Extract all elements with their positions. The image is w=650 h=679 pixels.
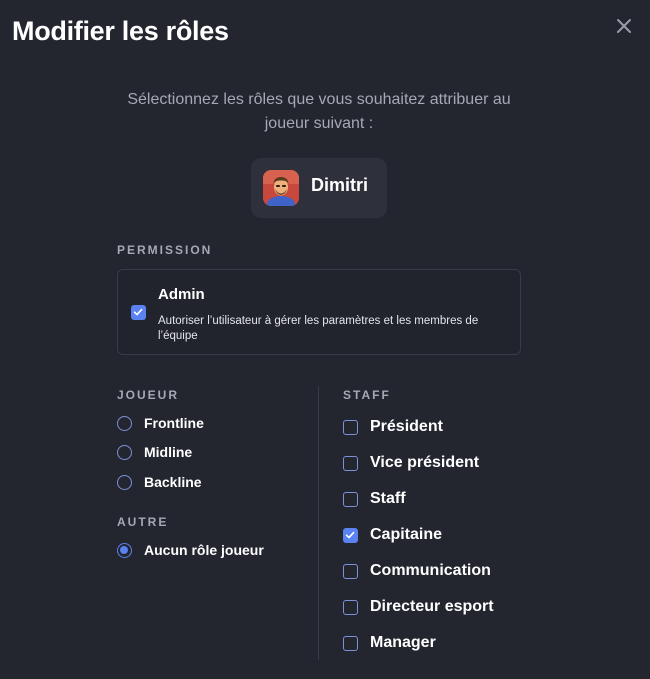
president-checkbox[interactable] (343, 419, 358, 435)
player-name: Dimitri (311, 175, 369, 195)
dialog-title: Modifier les rôles (12, 16, 229, 46)
staff-option-staff[interactable]: Staff (343, 490, 406, 508)
esport-director-label: Directeur esport (370, 598, 494, 615)
player-avatar (263, 170, 299, 206)
staff-option-president[interactable]: Président (343, 418, 443, 436)
manager-label: Manager (370, 634, 436, 651)
radio-option-no-player-role[interactable]: Aucun rôle joueur (117, 542, 264, 558)
communication-checkbox[interactable] (343, 563, 358, 579)
captain-checkbox[interactable] (343, 527, 358, 543)
subtitle-line-1: Sélectionnez les rôles que vous souhaite… (127, 91, 511, 108)
close-icon[interactable] (614, 16, 634, 36)
backline-label: Backline (144, 474, 202, 490)
radio-option-frontline[interactable]: Frontline (117, 415, 204, 431)
admin-description: Autoriser l’utilisateur à gérer les para… (158, 315, 479, 342)
section-label-autre: AUTRE (117, 515, 169, 529)
section-label-staff: STAFF (343, 388, 391, 402)
section-label-permission: PERMISSION (117, 243, 213, 257)
midline-radio[interactable] (117, 444, 132, 460)
captain-label: Capitaine (370, 526, 443, 543)
communication-label: Communication (370, 562, 491, 579)
vice-president-checkbox[interactable] (343, 455, 358, 471)
staff-option-esport-director[interactable]: Directeur esport (343, 598, 494, 616)
edit-roles-dialog: Modifier les rôles Sélectionnez les rôle… (0, 0, 650, 679)
permission-admin-card[interactable]: Admin Autoriser l’utilisateur à gérer le… (117, 269, 521, 355)
dialog-subtitle: Sélectionnez les rôles que vous souhaite… (100, 88, 538, 136)
frontline-label: Frontline (144, 415, 204, 431)
staff-option-communication[interactable]: Communication (343, 562, 491, 580)
no-player-role-radio[interactable] (117, 542, 132, 558)
subtitle-line-2: joueur suivant : (264, 115, 374, 132)
president-label: Président (370, 418, 443, 435)
section-label-joueur: JOUEUR (117, 388, 180, 402)
radio-option-midline[interactable]: Midline (117, 444, 192, 460)
admin-checkbox[interactable] (131, 305, 146, 320)
vice-president-label: Vice président (370, 454, 480, 471)
column-divider (318, 386, 319, 660)
admin-label: Admin (158, 286, 205, 303)
backline-radio[interactable] (117, 474, 132, 490)
staff-option-vice-president[interactable]: Vice président (343, 454, 479, 472)
esport-director-checkbox[interactable] (343, 599, 358, 615)
radio-option-backline[interactable]: Backline (117, 474, 202, 490)
frontline-radio[interactable] (117, 415, 132, 431)
staff-option-manager[interactable]: Manager (343, 634, 436, 652)
no-player-role-label: Aucun rôle joueur (144, 542, 264, 558)
midline-label: Midline (144, 444, 193, 460)
manager-checkbox[interactable] (343, 635, 358, 651)
player-chip: Dimitri (251, 158, 387, 218)
staff-label: Staff (370, 490, 406, 507)
staff-checkbox[interactable] (343, 491, 358, 507)
staff-option-captain[interactable]: Capitaine (343, 526, 442, 544)
